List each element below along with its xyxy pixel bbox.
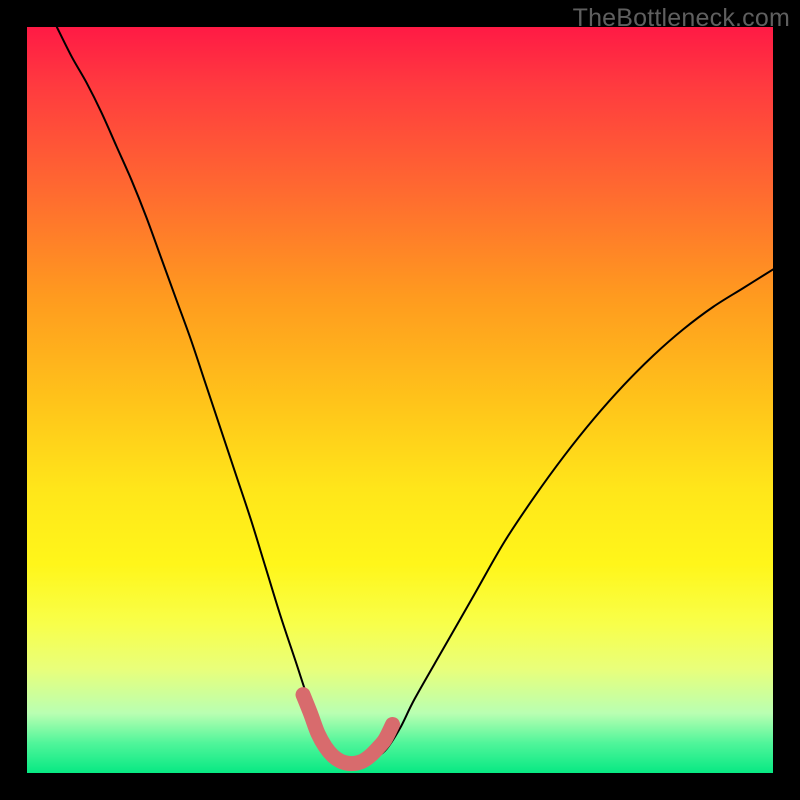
optimal-zone-line [303,695,393,764]
bottleneck-chart [27,27,773,773]
watermark-text: TheBottleneck.com [573,4,790,33]
bottleneck-curve-line [57,27,773,764]
